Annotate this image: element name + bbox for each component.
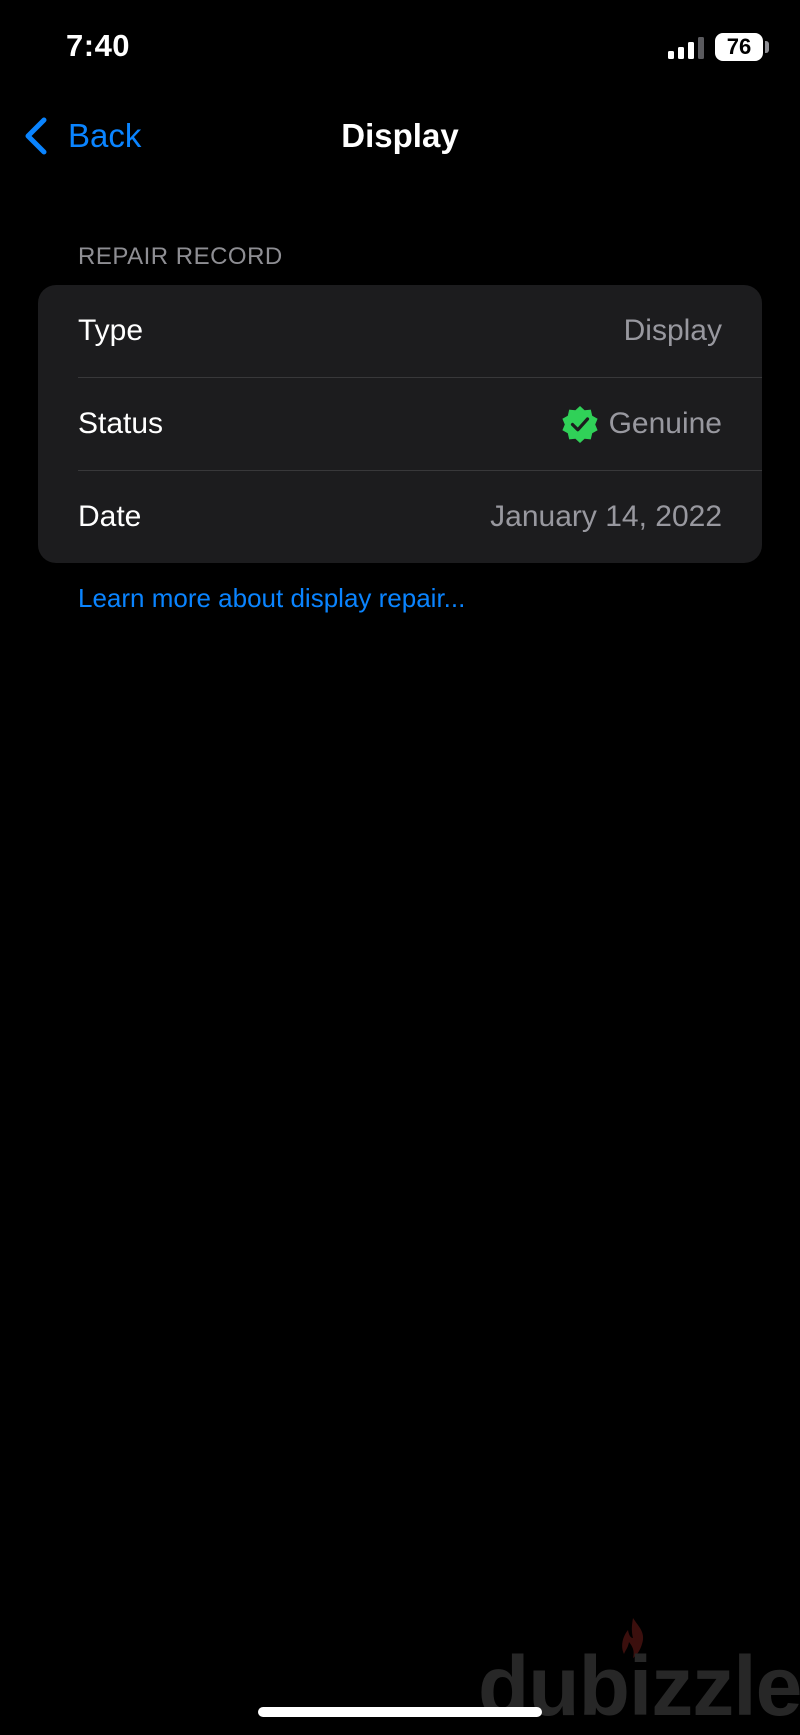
row-date: Date January 14, 2022 [38,471,762,563]
navigation-bar: Display Back [0,100,800,172]
row-type: Type Display [38,285,762,377]
row-status-label: Status [78,407,164,440]
row-date-label: Date [78,500,142,533]
row-type-value: Display [623,314,722,347]
section-header: REPAIR RECORD [78,243,283,270]
row-type-label: Type [78,314,144,347]
battery-icon: 76 [715,33,763,61]
row-status-value-wrap: Genuine [561,378,722,470]
status-time: 7:40 [66,28,131,63]
status-bar: 7:40 76 [0,0,800,100]
battery-nub [765,41,769,53]
watermark-text: dubizzle [478,1639,800,1733]
cellular-signal-icon [668,37,704,59]
chevron-left-icon [25,117,47,155]
row-status-value: Genuine [608,407,722,440]
battery-level: 76 [726,34,752,59]
row-status: Status Genuine [38,378,762,470]
home-indicator[interactable] [258,1707,542,1717]
row-date-value: January 14, 2022 [490,500,722,533]
verified-check-icon [561,406,598,443]
learn-more-link[interactable]: Learn more about display repair... [78,583,465,614]
back-button[interactable]: Back [22,114,141,158]
repair-record-group: Type Display Status Genuine Date January… [38,285,762,563]
back-label: Back [68,117,142,154]
